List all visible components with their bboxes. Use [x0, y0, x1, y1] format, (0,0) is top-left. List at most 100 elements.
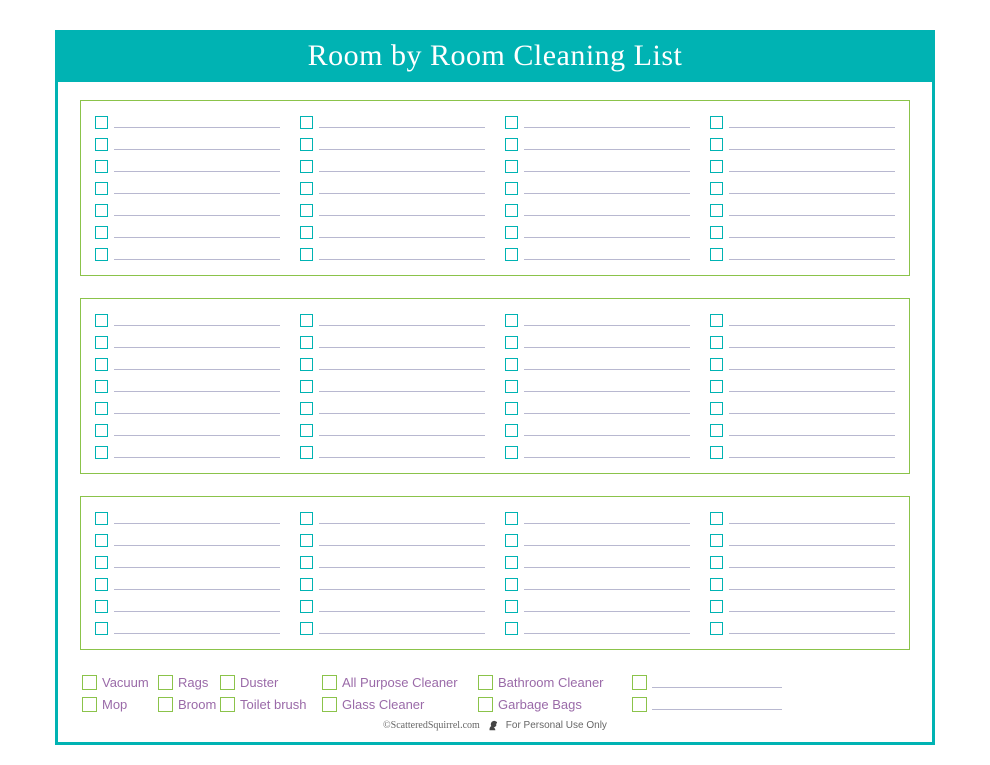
- checkbox[interactable]: [95, 182, 108, 195]
- write-line[interactable]: [319, 161, 485, 172]
- checkbox[interactable]: [505, 204, 518, 217]
- write-line[interactable]: [524, 447, 690, 458]
- write-line[interactable]: [524, 601, 690, 612]
- write-line[interactable]: [729, 249, 895, 260]
- checkbox[interactable]: [300, 534, 313, 547]
- checkbox[interactable]: [710, 226, 723, 239]
- write-line[interactable]: [524, 315, 690, 326]
- checkbox[interactable]: [710, 600, 723, 613]
- write-line[interactable]: [524, 161, 690, 172]
- checkbox[interactable]: [710, 314, 723, 327]
- checkbox[interactable]: [505, 402, 518, 415]
- write-line[interactable]: [729, 183, 895, 194]
- write-line[interactable]: [319, 249, 485, 260]
- checkbox[interactable]: [300, 556, 313, 569]
- checkbox[interactable]: [710, 160, 723, 173]
- checkbox[interactable]: [710, 556, 723, 569]
- write-line[interactable]: [524, 337, 690, 348]
- supply-checkbox[interactable]: [158, 697, 173, 712]
- write-line[interactable]: [729, 161, 895, 172]
- write-line[interactable]: [729, 315, 895, 326]
- write-line[interactable]: [319, 183, 485, 194]
- checkbox[interactable]: [505, 160, 518, 173]
- supply-checkbox[interactable]: [82, 675, 97, 690]
- checkbox[interactable]: [300, 138, 313, 151]
- supply-checkbox[interactable]: [220, 675, 235, 690]
- write-line[interactable]: [729, 403, 895, 414]
- write-line[interactable]: [524, 535, 690, 546]
- write-line[interactable]: [114, 359, 280, 370]
- checkbox[interactable]: [300, 226, 313, 239]
- checkbox[interactable]: [95, 622, 108, 635]
- checkbox[interactable]: [95, 424, 108, 437]
- checkbox[interactable]: [300, 600, 313, 613]
- checkbox[interactable]: [300, 402, 313, 415]
- checkbox[interactable]: [505, 336, 518, 349]
- checkbox[interactable]: [710, 380, 723, 393]
- write-line[interactable]: [319, 337, 485, 348]
- checkbox[interactable]: [95, 446, 108, 459]
- checkbox[interactable]: [95, 534, 108, 547]
- checkbox[interactable]: [710, 424, 723, 437]
- write-line[interactable]: [729, 513, 895, 524]
- write-line[interactable]: [729, 227, 895, 238]
- checkbox[interactable]: [300, 314, 313, 327]
- checkbox[interactable]: [95, 226, 108, 239]
- write-line[interactable]: [524, 513, 690, 524]
- supply-checkbox[interactable]: [322, 675, 337, 690]
- checkbox[interactable]: [710, 336, 723, 349]
- write-line[interactable]: [652, 677, 782, 688]
- supply-checkbox[interactable]: [322, 697, 337, 712]
- checkbox[interactable]: [95, 314, 108, 327]
- write-line[interactable]: [524, 117, 690, 128]
- checkbox[interactable]: [505, 182, 518, 195]
- checkbox[interactable]: [95, 336, 108, 349]
- checkbox[interactable]: [95, 358, 108, 371]
- checkbox[interactable]: [95, 600, 108, 613]
- write-line[interactable]: [319, 513, 485, 524]
- checkbox[interactable]: [300, 512, 313, 525]
- write-line[interactable]: [319, 601, 485, 612]
- write-line[interactable]: [524, 183, 690, 194]
- write-line[interactable]: [319, 139, 485, 150]
- write-line[interactable]: [319, 535, 485, 546]
- write-line[interactable]: [729, 117, 895, 128]
- write-line[interactable]: [524, 425, 690, 436]
- checkbox[interactable]: [300, 358, 313, 371]
- write-line[interactable]: [729, 139, 895, 150]
- checkbox[interactable]: [505, 512, 518, 525]
- write-line[interactable]: [319, 205, 485, 216]
- write-line[interactable]: [524, 403, 690, 414]
- checkbox[interactable]: [505, 446, 518, 459]
- checkbox[interactable]: [300, 182, 313, 195]
- checkbox[interactable]: [710, 204, 723, 217]
- checkbox[interactable]: [710, 578, 723, 591]
- checkbox[interactable]: [505, 380, 518, 393]
- checkbox[interactable]: [95, 116, 108, 129]
- write-line[interactable]: [319, 557, 485, 568]
- checkbox[interactable]: [95, 204, 108, 217]
- write-line[interactable]: [319, 359, 485, 370]
- write-line[interactable]: [524, 359, 690, 370]
- write-line[interactable]: [114, 183, 280, 194]
- write-line[interactable]: [114, 205, 280, 216]
- write-line[interactable]: [114, 447, 280, 458]
- write-line[interactable]: [319, 315, 485, 326]
- supply-checkbox[interactable]: [158, 675, 173, 690]
- write-line[interactable]: [114, 623, 280, 634]
- checkbox[interactable]: [505, 600, 518, 613]
- write-line[interactable]: [319, 403, 485, 414]
- checkbox[interactable]: [95, 512, 108, 525]
- checkbox[interactable]: [95, 578, 108, 591]
- checkbox[interactable]: [300, 116, 313, 129]
- checkbox[interactable]: [300, 578, 313, 591]
- write-line[interactable]: [114, 513, 280, 524]
- write-line[interactable]: [114, 161, 280, 172]
- write-line[interactable]: [114, 579, 280, 590]
- write-line[interactable]: [114, 425, 280, 436]
- write-line[interactable]: [729, 535, 895, 546]
- checkbox[interactable]: [710, 182, 723, 195]
- checkbox[interactable]: [505, 248, 518, 261]
- write-line[interactable]: [114, 227, 280, 238]
- checkbox[interactable]: [505, 424, 518, 437]
